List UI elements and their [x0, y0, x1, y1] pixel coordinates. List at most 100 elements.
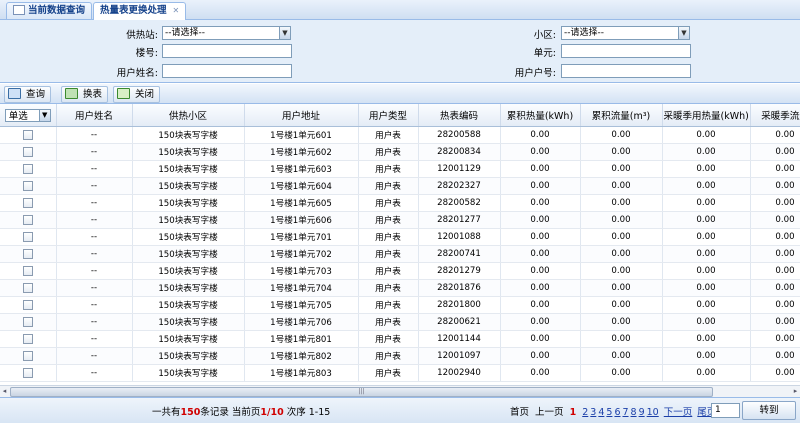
tab-label: 热量表更换处理 — [100, 5, 167, 16]
column-header[interactable]: 累积流量(m³) — [580, 104, 663, 127]
row-checkbox[interactable] — [22, 180, 33, 191]
page-link[interactable]: 2 — [582, 407, 588, 418]
table-row[interactable]: -- 150块表写字楼 1号楼1单元706 用户表 28200621 0.00 0.00 0.… — [0, 313, 800, 331]
query-button[interactable]: 查询 — [4, 86, 52, 103]
row-checkbox[interactable] — [22, 299, 33, 310]
row-checkbox[interactable] — [22, 146, 33, 157]
table-row[interactable]: -- 150块表写字楼 1号楼1单元801 用户表 12001144 0.00 0.00 0.… — [0, 330, 800, 348]
column-header[interactable]: 热表编码 — [418, 104, 501, 127]
table-row[interactable]: -- 150块表写字楼 1号楼1单元602 用户表 28200834 0.00 0.00 0.… — [0, 143, 800, 161]
table-cell: 1号楼1单元605 — [244, 194, 359, 212]
table-cell: 0.00 — [500, 194, 581, 212]
table-cell: 0.00 — [662, 313, 751, 331]
row-checkbox[interactable] — [22, 282, 33, 293]
close-button[interactable]: 关闭 — [113, 86, 161, 103]
table-row[interactable]: -- 150块表写字楼 1号楼1单元702 用户表 28200741 0.00 0.00 0.… — [0, 245, 800, 263]
row-checkbox[interactable] — [22, 197, 33, 208]
page-link[interactable]: 8 — [631, 407, 637, 418]
table-cell: 0.00 — [750, 313, 800, 331]
column-header[interactable]: 累积热量(kWh) — [500, 104, 581, 127]
column-header[interactable]: 采暖季用热量(kWh) — [662, 104, 751, 127]
toolbar: 查询 换表 关闭 — [0, 84, 800, 104]
scroll-right-icon[interactable]: ▸ — [791, 386, 800, 396]
filter-panel: 供热站: --请选择-- ▼ 小区: --请选择-- ▼ 楼号: 单元: 用户姓… — [0, 20, 800, 83]
page-link[interactable]: 9 — [639, 407, 645, 418]
next-page-link[interactable]: 下一页 — [664, 407, 693, 418]
community-select[interactable]: --请选择-- ▼ — [561, 26, 690, 40]
row-checkbox[interactable] — [22, 214, 33, 225]
column-header[interactable]: 采暖季流量 — [750, 104, 800, 127]
select-mode-dropdown[interactable]: 单选 ▼ — [4, 108, 51, 122]
scrollbar-thumb[interactable]: ||| — [10, 387, 713, 397]
table-row[interactable]: -- 150块表写字楼 1号楼1单元606 用户表 28201277 0.00 0.00 0.… — [0, 211, 800, 229]
page-link[interactable]: 5 — [606, 407, 612, 418]
column-header[interactable]: 供热小区 — [132, 104, 245, 127]
table-cell: 150块表写字楼 — [132, 279, 245, 297]
table-cell: 150块表写字楼 — [132, 177, 245, 195]
table-cell: 0.00 — [750, 262, 800, 280]
table-cell: 0.00 — [580, 211, 663, 229]
home-icon — [13, 4, 25, 15]
community-value: --请选择-- — [564, 28, 604, 38]
table-cell: 0.00 — [500, 245, 581, 263]
row-select-cell — [0, 364, 57, 382]
row-checkbox[interactable] — [22, 350, 33, 361]
row-checkbox[interactable] — [22, 231, 33, 242]
first-page-link[interactable]: 首页 — [510, 407, 529, 418]
row-checkbox[interactable] — [22, 367, 33, 378]
page-link[interactable]: 6 — [614, 407, 620, 418]
go-button[interactable]: 转到 — [742, 401, 796, 420]
table-row[interactable]: -- 150块表写字楼 1号楼1单元605 用户表 28200582 0.00 0.00 0.… — [0, 194, 800, 212]
table-cell: 0.00 — [580, 347, 663, 365]
supply-station-value: --请选择-- — [165, 28, 205, 38]
page-link[interactable]: 7 — [622, 407, 628, 418]
table-row[interactable]: -- 150块表写字楼 1号楼1单元601 用户表 28200588 0.00 0.00 0.… — [0, 126, 800, 144]
row-checkbox[interactable] — [22, 163, 33, 174]
table-row[interactable]: -- 150块表写字楼 1号楼1单元604 用户表 28202327 0.00 0.00 0.… — [0, 177, 800, 195]
table-row[interactable]: -- 150块表写字楼 1号楼1单元703 用户表 28201279 0.00 0.00 0.… — [0, 262, 800, 280]
close-icon[interactable]: ✕ — [173, 6, 180, 15]
swap-meter-button[interactable]: 换表 — [61, 86, 109, 103]
table-cell: 用户表 — [358, 160, 419, 178]
row-select-cell — [0, 160, 57, 178]
table-cell: 用户表 — [358, 330, 419, 348]
table-cell: 0.00 — [750, 177, 800, 195]
table-cell: 0.00 — [500, 364, 581, 382]
tab-bar: 当前数据查询 热量表更换处理 ✕ — [0, 0, 800, 20]
unit-input[interactable] — [561, 44, 691, 58]
supply-station-select[interactable]: --请选择-- ▼ — [162, 26, 291, 40]
row-checkbox[interactable] — [22, 333, 33, 344]
page-link[interactable]: 3 — [590, 407, 596, 418]
row-checkbox[interactable] — [22, 248, 33, 259]
column-header[interactable]: 用户类型 — [358, 104, 419, 127]
table-cell: 28202327 — [418, 177, 501, 195]
column-header[interactable]: 用户地址 — [244, 104, 359, 127]
table-row[interactable]: -- 150块表写字楼 1号楼1单元803 用户表 12002940 0.00 0.00 0.… — [0, 364, 800, 382]
page-jump-input[interactable]: 1 — [711, 403, 740, 418]
prev-page-link[interactable]: 上一页 — [535, 407, 564, 418]
page-link[interactable]: 10 — [647, 407, 659, 418]
table-row[interactable]: -- 150块表写字楼 1号楼1单元704 用户表 28201876 0.00 0.00 0.… — [0, 279, 800, 297]
table-cell: 0.00 — [750, 228, 800, 246]
tab-meter-replacement[interactable]: 热量表更换处理 ✕ — [93, 2, 187, 20]
tab-current-data-query[interactable]: 当前数据查询 — [6, 2, 93, 19]
user-name-input[interactable] — [162, 64, 292, 78]
scroll-left-icon[interactable]: ◂ — [0, 386, 9, 396]
column-header[interactable]: 用户姓名 — [56, 104, 133, 127]
table-cell: 0.00 — [580, 245, 663, 263]
table-row[interactable]: -- 150块表写字楼 1号楼1单元802 用户表 12001097 0.00 0.00 0.… — [0, 347, 800, 365]
table-cell: 150块表写字楼 — [132, 347, 245, 365]
horizontal-scrollbar[interactable]: ◂ ||| ▸ — [0, 385, 800, 397]
table-row[interactable]: -- 150块表写字楼 1号楼1单元603 用户表 12001129 0.00 0.00 0.… — [0, 160, 800, 178]
row-checkbox[interactable] — [22, 265, 33, 276]
table-row[interactable]: -- 150块表写字楼 1号楼1单元701 用户表 12001088 0.00 0.00 0.… — [0, 228, 800, 246]
building-input[interactable] — [162, 44, 292, 58]
row-checkbox[interactable] — [22, 316, 33, 327]
page-link[interactable]: 4 — [598, 407, 604, 418]
table-cell: 150块表写字楼 — [132, 160, 245, 178]
table-cell: 0.00 — [500, 330, 581, 348]
row-checkbox[interactable] — [22, 129, 33, 140]
select-mode-header[interactable]: 单选 ▼ — [0, 104, 57, 127]
user-account-input[interactable] — [561, 64, 691, 78]
table-row[interactable]: -- 150块表写字楼 1号楼1单元705 用户表 28201800 0.00 0.00 0.… — [0, 296, 800, 314]
